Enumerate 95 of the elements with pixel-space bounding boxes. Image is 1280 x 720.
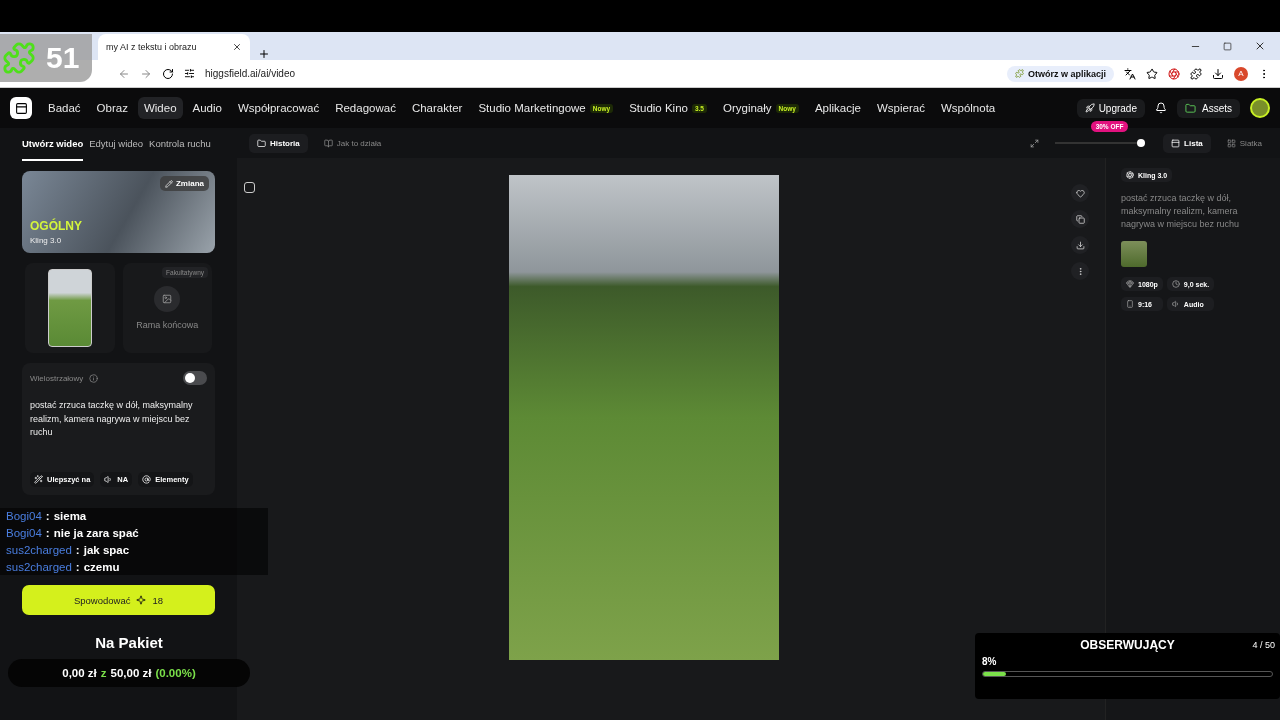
model-category: OGÓLNY bbox=[30, 219, 83, 233]
view-tab[interactable]: Jak to działa bbox=[315, 133, 390, 153]
maximize-icon[interactable] bbox=[1223, 41, 1232, 51]
chat-message: sus2charged : jak spac bbox=[6, 544, 130, 556]
at-sign-icon bbox=[142, 475, 152, 484]
model-name: Kling 3.0 bbox=[30, 236, 63, 245]
open-in-app-button[interactable]: Otwórz w aplikacji bbox=[1006, 65, 1114, 82]
chat-message: sus2charged : czemu bbox=[6, 561, 120, 573]
nav-item[interactable]: Obraz bbox=[90, 97, 134, 119]
select-checkbox[interactable] bbox=[244, 182, 255, 193]
amount-separator: z bbox=[100, 667, 107, 679]
aperture-icon bbox=[1126, 171, 1134, 179]
wand-icon bbox=[34, 475, 43, 484]
start-frame-card[interactable] bbox=[25, 263, 115, 353]
image-icon bbox=[162, 294, 173, 304]
nav-item[interactable]: Charakter bbox=[405, 97, 469, 119]
panel-tab[interactable]: Kontrola ruchu bbox=[149, 128, 211, 161]
followers-percent: 8% bbox=[981, 656, 998, 667]
close-icon[interactable] bbox=[1254, 40, 1266, 52]
nav-item[interactable]: Redagować bbox=[329, 97, 402, 119]
multishot-label: Wielostrzałowy bbox=[30, 373, 84, 383]
followers-count: 4 / 50 bbox=[1252, 640, 1275, 650]
speaker-icon bbox=[104, 475, 114, 484]
speaker-icon bbox=[1171, 300, 1180, 308]
diamond-icon bbox=[1126, 280, 1134, 288]
user-avatar[interactable] bbox=[1250, 98, 1270, 118]
rocket-icon bbox=[1084, 103, 1095, 113]
counter-number: 51 bbox=[46, 41, 80, 75]
phone-icon bbox=[1126, 300, 1134, 308]
nav-item[interactable]: Wspierać bbox=[870, 97, 931, 119]
nav-item[interactable]: Wideo bbox=[137, 97, 183, 119]
copy-icon bbox=[1075, 214, 1085, 224]
goal-percent: (0.00%) bbox=[155, 667, 196, 679]
extensions-icon[interactable] bbox=[1190, 67, 1202, 80]
nav-item[interactable]: Aplikacje bbox=[808, 97, 867, 119]
more-button[interactable] bbox=[1071, 262, 1089, 280]
layout-tab[interactable]: Siatka bbox=[1218, 133, 1270, 153]
download-button[interactable] bbox=[1071, 236, 1089, 254]
view-tab[interactable]: Historia bbox=[249, 133, 308, 153]
nav-item[interactable]: Audio bbox=[186, 97, 228, 119]
nav-item[interactable]: Współpracować bbox=[231, 97, 326, 119]
multishot-toggle[interactable] bbox=[183, 371, 207, 385]
close-icon[interactable] bbox=[232, 42, 242, 52]
extension-icon[interactable] bbox=[1168, 67, 1180, 80]
profile-avatar[interactable]: A bbox=[1234, 66, 1248, 81]
panel-tab[interactable]: Utwórz wideo bbox=[22, 128, 84, 161]
app-logo-icon bbox=[1014, 69, 1024, 78]
folder-icon bbox=[1185, 102, 1196, 114]
logo-icon[interactable] bbox=[10, 97, 32, 119]
translate-icon[interactable] bbox=[1124, 67, 1136, 80]
plus-icon[interactable] bbox=[258, 48, 270, 60]
tab-title: my AI z tekstu i obrazu bbox=[106, 42, 198, 52]
current-amount: 0,00 zł bbox=[62, 667, 97, 679]
copy-button[interactable] bbox=[1071, 210, 1089, 228]
star-icon[interactable] bbox=[1146, 67, 1158, 80]
url-field[interactable]: higgsfield.ai/ai/video bbox=[205, 68, 296, 79]
book-icon bbox=[323, 138, 333, 148]
prompt-text[interactable]: postać zrzuca taczkę w dół, maksymalny realizm, kamera nagrywa w miejscu bez ruchu bbox=[30, 399, 207, 472]
clock-icon bbox=[1171, 280, 1180, 288]
end-frame-label: Rama końcowa bbox=[136, 320, 199, 330]
browser-tab[interactable]: my AI z tekstu i obrazu bbox=[98, 34, 250, 60]
image-button[interactable] bbox=[154, 286, 181, 312]
change-button[interactable]: Zmiana bbox=[160, 176, 209, 191]
nav-item[interactable]: Wspólnota bbox=[934, 97, 1002, 119]
sparkle-icon bbox=[136, 595, 147, 605]
download-icon[interactable] bbox=[1212, 67, 1224, 80]
followers-title: OBSERWUJĄCY bbox=[1080, 638, 1175, 652]
upgrade-button[interactable]: Upgrade bbox=[1076, 98, 1145, 118]
nav-item[interactable]: Badać bbox=[42, 97, 87, 119]
expand-icon[interactable] bbox=[1030, 138, 1040, 148]
chat-message: Bogi04 : nie ja zara spać bbox=[6, 527, 139, 539]
like-button[interactable] bbox=[1071, 184, 1089, 202]
pencil-icon bbox=[165, 179, 173, 188]
site-settings-icon[interactable] bbox=[184, 68, 195, 79]
panel-tab[interactable]: Edytuj wideo bbox=[89, 128, 144, 161]
chat-message: Bogi04 : siema bbox=[6, 510, 87, 522]
details-prompt: postać zrzuca taczkę w dół, maksymalny realizm, kamera nagrywa w miejscu bez ruchu bbox=[1121, 192, 1241, 231]
goal-title: Na Pakiet bbox=[95, 634, 163, 651]
assets-button[interactable]: Assets bbox=[1177, 98, 1240, 118]
notifications-icon[interactable] bbox=[1155, 102, 1167, 114]
heart-icon bbox=[1075, 188, 1085, 198]
download-icon bbox=[1075, 240, 1085, 250]
target-amount: 50,00 zł bbox=[110, 667, 152, 679]
folder-icon bbox=[257, 138, 266, 148]
layout-tab[interactable]: Lista bbox=[1163, 133, 1211, 153]
info-icon bbox=[89, 373, 99, 383]
puzzle-icon bbox=[2, 41, 36, 75]
reload-icon[interactable] bbox=[162, 67, 174, 80]
grid-icon bbox=[1226, 138, 1236, 148]
generate-button[interactable]: Spowodować 18 bbox=[22, 585, 215, 615]
model-card[interactable]: Zmiana OGÓLNY Kling 3.0 bbox=[22, 171, 215, 253]
slider-thumb[interactable] bbox=[1136, 139, 1145, 147]
zoom-slider[interactable] bbox=[1055, 139, 1146, 147]
list-icon bbox=[1171, 138, 1181, 148]
logo-mark-icon bbox=[14, 101, 28, 115]
